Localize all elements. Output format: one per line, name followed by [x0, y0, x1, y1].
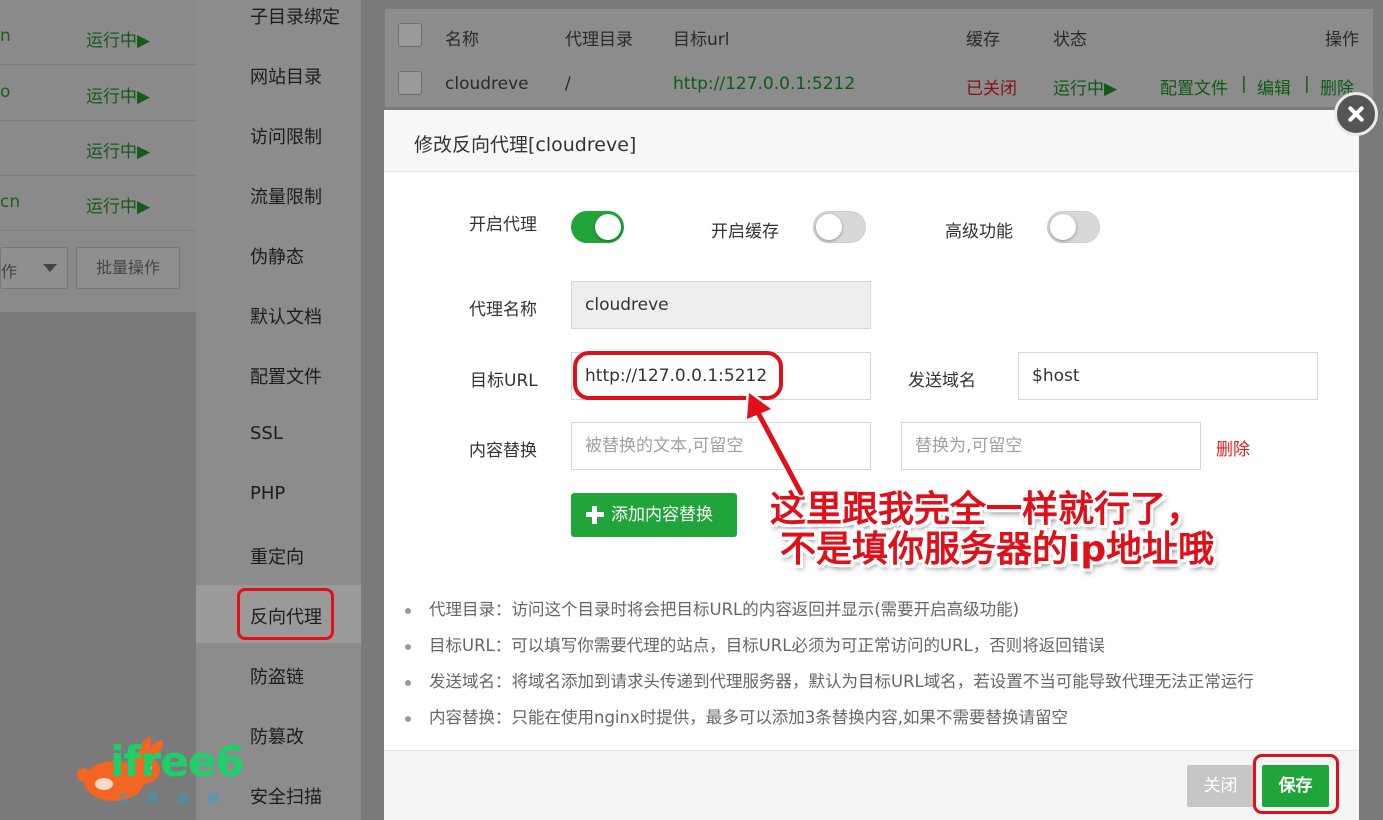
row-url: http://127.0.0.1:5212: [673, 74, 856, 94]
menu-item-tamper-protection[interactable]: 防篡改: [250, 723, 304, 748]
advanced-feature-toggle[interactable]: [1047, 211, 1100, 243]
delete-replace-link[interactable]: 删除: [1216, 435, 1250, 460]
enable-proxy-toggle[interactable]: [571, 211, 624, 243]
site-status[interactable]: 运行中▶: [86, 26, 150, 51]
row-checkbox[interactable]: [398, 71, 422, 95]
site-name-fragment: n: [0, 26, 11, 46]
col-header-name: 名称: [445, 30, 479, 50]
bulk-actions: 作 批量操作: [0, 247, 196, 289]
menu-item-default-doc[interactable]: 默认文档: [250, 303, 322, 328]
col-header-cache: 缓存: [966, 30, 1000, 50]
watermark-char: 艾: [117, 792, 129, 805]
target-url-label: 目标URL: [470, 371, 538, 391]
row-run-status[interactable]: 运行中▶: [1053, 74, 1117, 99]
chevron-down-icon: [43, 264, 57, 272]
watermark-char: 由: [177, 792, 189, 805]
row-dir: /: [565, 74, 571, 94]
site-row[interactable]: o 运行中▶: [0, 66, 196, 121]
tip-text: 代理目录：访问这个目录时将会把目标URL的内容返回并显示(需要开启高级功能): [429, 600, 1020, 619]
col-header-url: 目标url: [673, 30, 730, 50]
bullet-icon: [405, 679, 411, 686]
enable-cache-label: 开启缓存: [711, 222, 779, 242]
proxy-table: 名称 代理目录 目标url 缓存 状态 操作 cloudreve / http:…: [384, 8, 1374, 108]
select-all-checkbox[interactable]: [398, 23, 422, 47]
tip-text: 发送域名：将域名添加到请求头传递到代理服务器，默认为目标URL域名，若设置不当可…: [429, 672, 1254, 691]
menu-item-redirect[interactable]: 重定向: [250, 543, 304, 568]
annotation-note: 这里跟我完全一样就行了， 不是填你服务器的ip地址哦: [770, 490, 1214, 570]
col-header-dir: 代理目录: [565, 30, 633, 50]
bullet-icon: [405, 643, 411, 650]
site-status[interactable]: 运行中▶: [86, 192, 150, 217]
row-separator: |: [1304, 74, 1310, 94]
col-header-ops: 操作: [1325, 30, 1359, 50]
send-domain-label: 发送域名: [908, 371, 976, 391]
row-edit-link[interactable]: 编辑: [1257, 74, 1291, 99]
replace-from-field[interactable]: 被替换的文本,可留空: [571, 422, 871, 470]
bulk-action-select-label: 作: [1, 262, 18, 281]
menu-item-traffic-limit[interactable]: 流量限制: [250, 183, 322, 208]
send-domain-field[interactable]: $host: [1018, 352, 1318, 400]
menu-item-security-scan[interactable]: 安全扫描: [250, 783, 322, 808]
tip-text: 内容替换：只能在使用nginx时提供，最多可以添加3条替换内容,如果不需要替换请…: [429, 708, 1068, 727]
site-status[interactable]: 运行中▶: [86, 137, 150, 162]
site-name-fragment: o: [0, 82, 11, 102]
watermark-char: 网: [207, 792, 219, 805]
col-header-status: 状态: [1053, 30, 1087, 50]
plus-icon: [586, 506, 604, 524]
tip-item: 发送域名：将域名添加到请求头传递到代理服务器，默认为目标URL域名，若设置不当可…: [405, 668, 1254, 692]
dialog-header: 修改反向代理[cloudreve]: [384, 110, 1359, 172]
menu-item-hotlink-protection[interactable]: 防盗链: [250, 663, 304, 688]
replace-to-field[interactable]: 替换为,可留空: [901, 422, 1201, 470]
site-status[interactable]: 运行中▶: [86, 82, 150, 107]
bulk-action-select[interactable]: 作: [0, 247, 68, 289]
add-content-replace-label: 添加内容替换: [611, 505, 713, 525]
save-button-highlight: [1253, 754, 1339, 814]
watermark-subtitle: 艾自由网: [108, 790, 228, 806]
tip-item: 内容替换：只能在使用nginx时提供，最多可以添加3条替换内容,如果不需要替换请…: [405, 704, 1068, 728]
menu-item-config-file[interactable]: 配置文件: [250, 363, 322, 388]
menu-item-subdir-binding[interactable]: 子目录绑定: [250, 3, 340, 28]
batch-operation-button[interactable]: 批量操作: [76, 247, 180, 289]
menu-item-ssl[interactable]: SSL: [250, 423, 283, 447]
enable-cache-toggle[interactable]: [813, 211, 866, 243]
annotation-line-2: 不是填你服务器的ip地址哦: [780, 529, 1215, 570]
row-separator: |: [1241, 74, 1247, 94]
dialog-title: 修改反向代理[cloudreve]: [414, 134, 637, 156]
close-button[interactable]: 关闭: [1187, 765, 1254, 807]
add-content-replace-button[interactable]: 添加内容替换: [571, 493, 737, 537]
enable-proxy-label: 开启代理: [469, 215, 537, 235]
site-list-background: n 运行中▶ o 运行中▶ 运行中▶ cn 运行中▶ 作 批量操作: [0, 0, 196, 312]
proxy-name-label: 代理名称: [469, 300, 537, 320]
menu-item-rewrite[interactable]: 伪静态: [250, 243, 304, 268]
watermark-logo-text: ifree6: [110, 737, 245, 786]
row-name: cloudreve: [445, 74, 529, 94]
content-replace-label: 内容替换: [469, 441, 537, 461]
site-row[interactable]: n 运行中▶: [0, 10, 196, 65]
row-config-link[interactable]: 配置文件: [1160, 74, 1228, 99]
annotation-line-1: 这里跟我完全一样就行了，: [770, 489, 1203, 530]
tip-item: 目标URL：可以填写你需要代理的站点，目标URL必须为可正常访问的URL，否则将…: [405, 632, 1105, 656]
menu-item-site-dir[interactable]: 网站目录: [250, 63, 322, 88]
tip-item: 代理目录：访问这个目录时将会把目标URL的内容返回并显示(需要开启高级功能): [405, 596, 1019, 620]
site-name-fragment: cn: [0, 192, 21, 212]
reverse-proxy-highlight: [237, 588, 334, 640]
proxy-name-field[interactable]: cloudreve: [571, 281, 871, 329]
tip-text: 目标URL：可以填写你需要代理的站点，目标URL必须为可正常访问的URL，否则将…: [429, 636, 1105, 655]
advanced-feature-label: 高级功能: [945, 222, 1013, 242]
row-cache-status[interactable]: 已关闭: [966, 74, 1017, 99]
site-row[interactable]: 运行中▶: [0, 121, 196, 176]
watermark-char: 自: [147, 792, 159, 805]
site-row[interactable]: cn 运行中▶: [0, 176, 196, 231]
dialog-close-icon[interactable]: [1334, 92, 1378, 136]
bullet-icon: [405, 607, 411, 614]
annotation-arrow-icon: [744, 390, 806, 498]
bullet-icon: [405, 715, 411, 722]
menu-item-access-limit[interactable]: 访问限制: [250, 123, 322, 148]
site-settings-menu: 子目录绑定 网站目录 访问限制 流量限制 伪静态 默认文档 配置文件 SSL P…: [196, 0, 361, 820]
menu-item-php[interactable]: PHP: [250, 483, 285, 507]
